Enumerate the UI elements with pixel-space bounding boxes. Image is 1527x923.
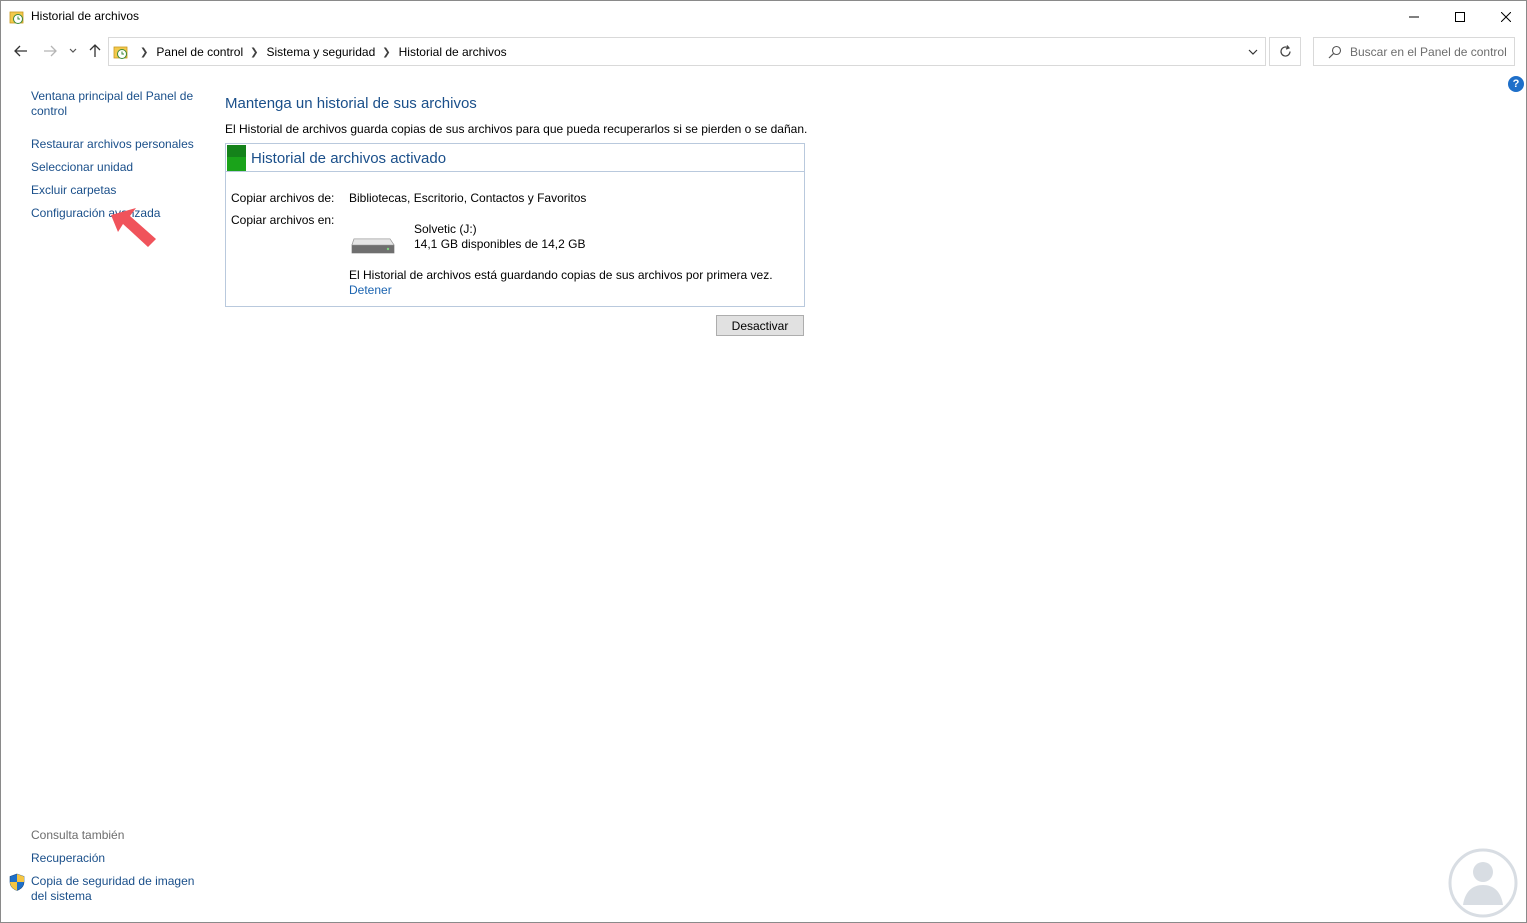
refresh-button[interactable] (1269, 37, 1301, 66)
maximize-button[interactable] (1437, 1, 1483, 32)
arrow-left-icon (14, 45, 27, 57)
stop-link[interactable]: Detener (349, 283, 392, 297)
see-also-recovery[interactable]: Recuperación (31, 851, 105, 866)
copy-from-label: Copiar archivos de: (231, 191, 335, 205)
file-history-icon (9, 11, 24, 24)
copy-from-value: Bibliotecas, Escritorio, Contactos y Fav… (349, 191, 587, 205)
external-drive-icon (351, 238, 395, 254)
search-icon (1328, 45, 1342, 59)
chevron-right-icon[interactable]: ❯ (382, 47, 390, 58)
chevron-right-icon[interactable]: ❯ (140, 47, 148, 58)
forward-button[interactable] (39, 40, 61, 62)
backup-status-message: El Historial de archivos está guardando … (349, 268, 773, 282)
up-button[interactable] (84, 40, 106, 62)
arrow-right-icon (44, 45, 57, 57)
page-title: Mantenga un historial de sus archivos (225, 95, 477, 112)
chevron-down-icon[interactable] (1247, 46, 1259, 58)
address-bar[interactable]: ❯ Panel de control ❯ Sistema y seguridad… (108, 37, 1266, 66)
red-pointer-arrow-icon (111, 208, 156, 247)
breadcrumb: ❯ Panel de control ❯ Sistema y seguridad… (133, 45, 507, 59)
panel-title: Historial de archivos activado (251, 150, 447, 167)
help-icon[interactable]: ? (1508, 76, 1524, 92)
minimize-button[interactable] (1391, 1, 1437, 32)
window-title: Historial de archivos (31, 9, 140, 23)
deactivate-button[interactable]: Desactivar (716, 315, 804, 336)
file-history-status-panel: Historial de archivos activado Copiar ar… (225, 143, 805, 307)
sidebar-item-restore-files[interactable]: Restaurar archivos personales (31, 137, 194, 152)
chevron-down-icon (69, 48, 77, 53)
status-on-indicator (227, 145, 246, 171)
breadcrumb-system-security[interactable]: Sistema y seguridad (267, 45, 376, 59)
copy-to-label: Copiar archivos en: (231, 213, 335, 227)
search-box[interactable] (1313, 37, 1515, 66)
back-button[interactable] (10, 40, 32, 62)
chevron-right-icon[interactable]: ❯ (250, 47, 258, 58)
search-input[interactable] (1350, 38, 1510, 65)
drive-free-space: 14,1 GB disponibles de 14,2 GB (414, 237, 586, 251)
breadcrumb-file-history[interactable]: Historial de archivos (399, 45, 507, 59)
minimize-icon (1409, 16, 1419, 17)
maximize-icon (1455, 11, 1465, 22)
recent-locations-button[interactable] (64, 40, 82, 62)
sidebar-item-exclude-folders[interactable]: Excluir carpetas (31, 183, 116, 198)
watermark-logo-icon (1448, 848, 1518, 918)
sidebar-item-control-panel-home[interactable]: Ventana principal del Panel de control (31, 89, 196, 119)
uac-shield-icon (9, 873, 25, 891)
sidebar-item-select-drive[interactable]: Seleccionar unidad (31, 160, 133, 175)
breadcrumb-control-panel[interactable]: Panel de control (156, 45, 243, 59)
close-icon (1501, 11, 1511, 22)
file-history-icon (113, 46, 128, 59)
title-bar: Historial de archivos (1, 1, 1526, 32)
panel-header: Historial de archivos activado (226, 144, 804, 172)
navigation-bar: ❯ Panel de control ❯ Sistema y seguridad… (1, 36, 1526, 68)
page-description: El Historial de archivos guarda copias d… (225, 122, 808, 136)
close-button[interactable] (1483, 1, 1527, 32)
refresh-icon (1279, 45, 1291, 57)
arrow-up-icon (89, 44, 101, 57)
file-history-window: Historial de archivos ❯ Panel de control… (0, 0, 1527, 923)
see-also-system-image-backup[interactable]: Copia de seguridad de imagen del sistema (31, 874, 196, 904)
see-also-heading: Consulta también (31, 828, 125, 842)
drive-name: Solvetic (J:) (414, 222, 477, 236)
